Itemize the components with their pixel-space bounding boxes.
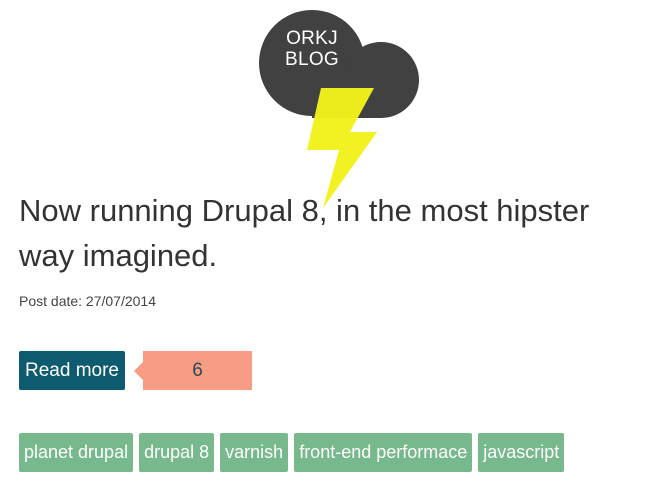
post-date: Post date: 27/07/2014 [19,293,156,309]
tag-javascript[interactable]: javascript [478,433,565,472]
logo-line-1: ORKJ [286,28,338,49]
tag-front-end-performace[interactable]: front-end performace [294,433,473,472]
tag-drupal-8[interactable]: drupal 8 [139,433,215,472]
logo-text: ORKJ BLOG [270,28,354,70]
tag-planet-drupal[interactable]: planet drupal [19,433,134,472]
comment-count-badge[interactable]: 6 [134,351,252,390]
site-logo[interactable]: ORKJ BLOG [250,0,430,210]
tag-list: planet drupal drupal 8 varnish front-end… [19,433,565,472]
article-title[interactable]: Now running Drupal 8, in the most hipste… [19,188,639,278]
tag-varnish[interactable]: varnish [220,433,289,472]
logo-line-2: BLOG [285,49,339,70]
read-more-button[interactable]: Read more [19,351,125,390]
page: ORKJ BLOG Now running Drupal 8, in the m… [0,0,652,487]
